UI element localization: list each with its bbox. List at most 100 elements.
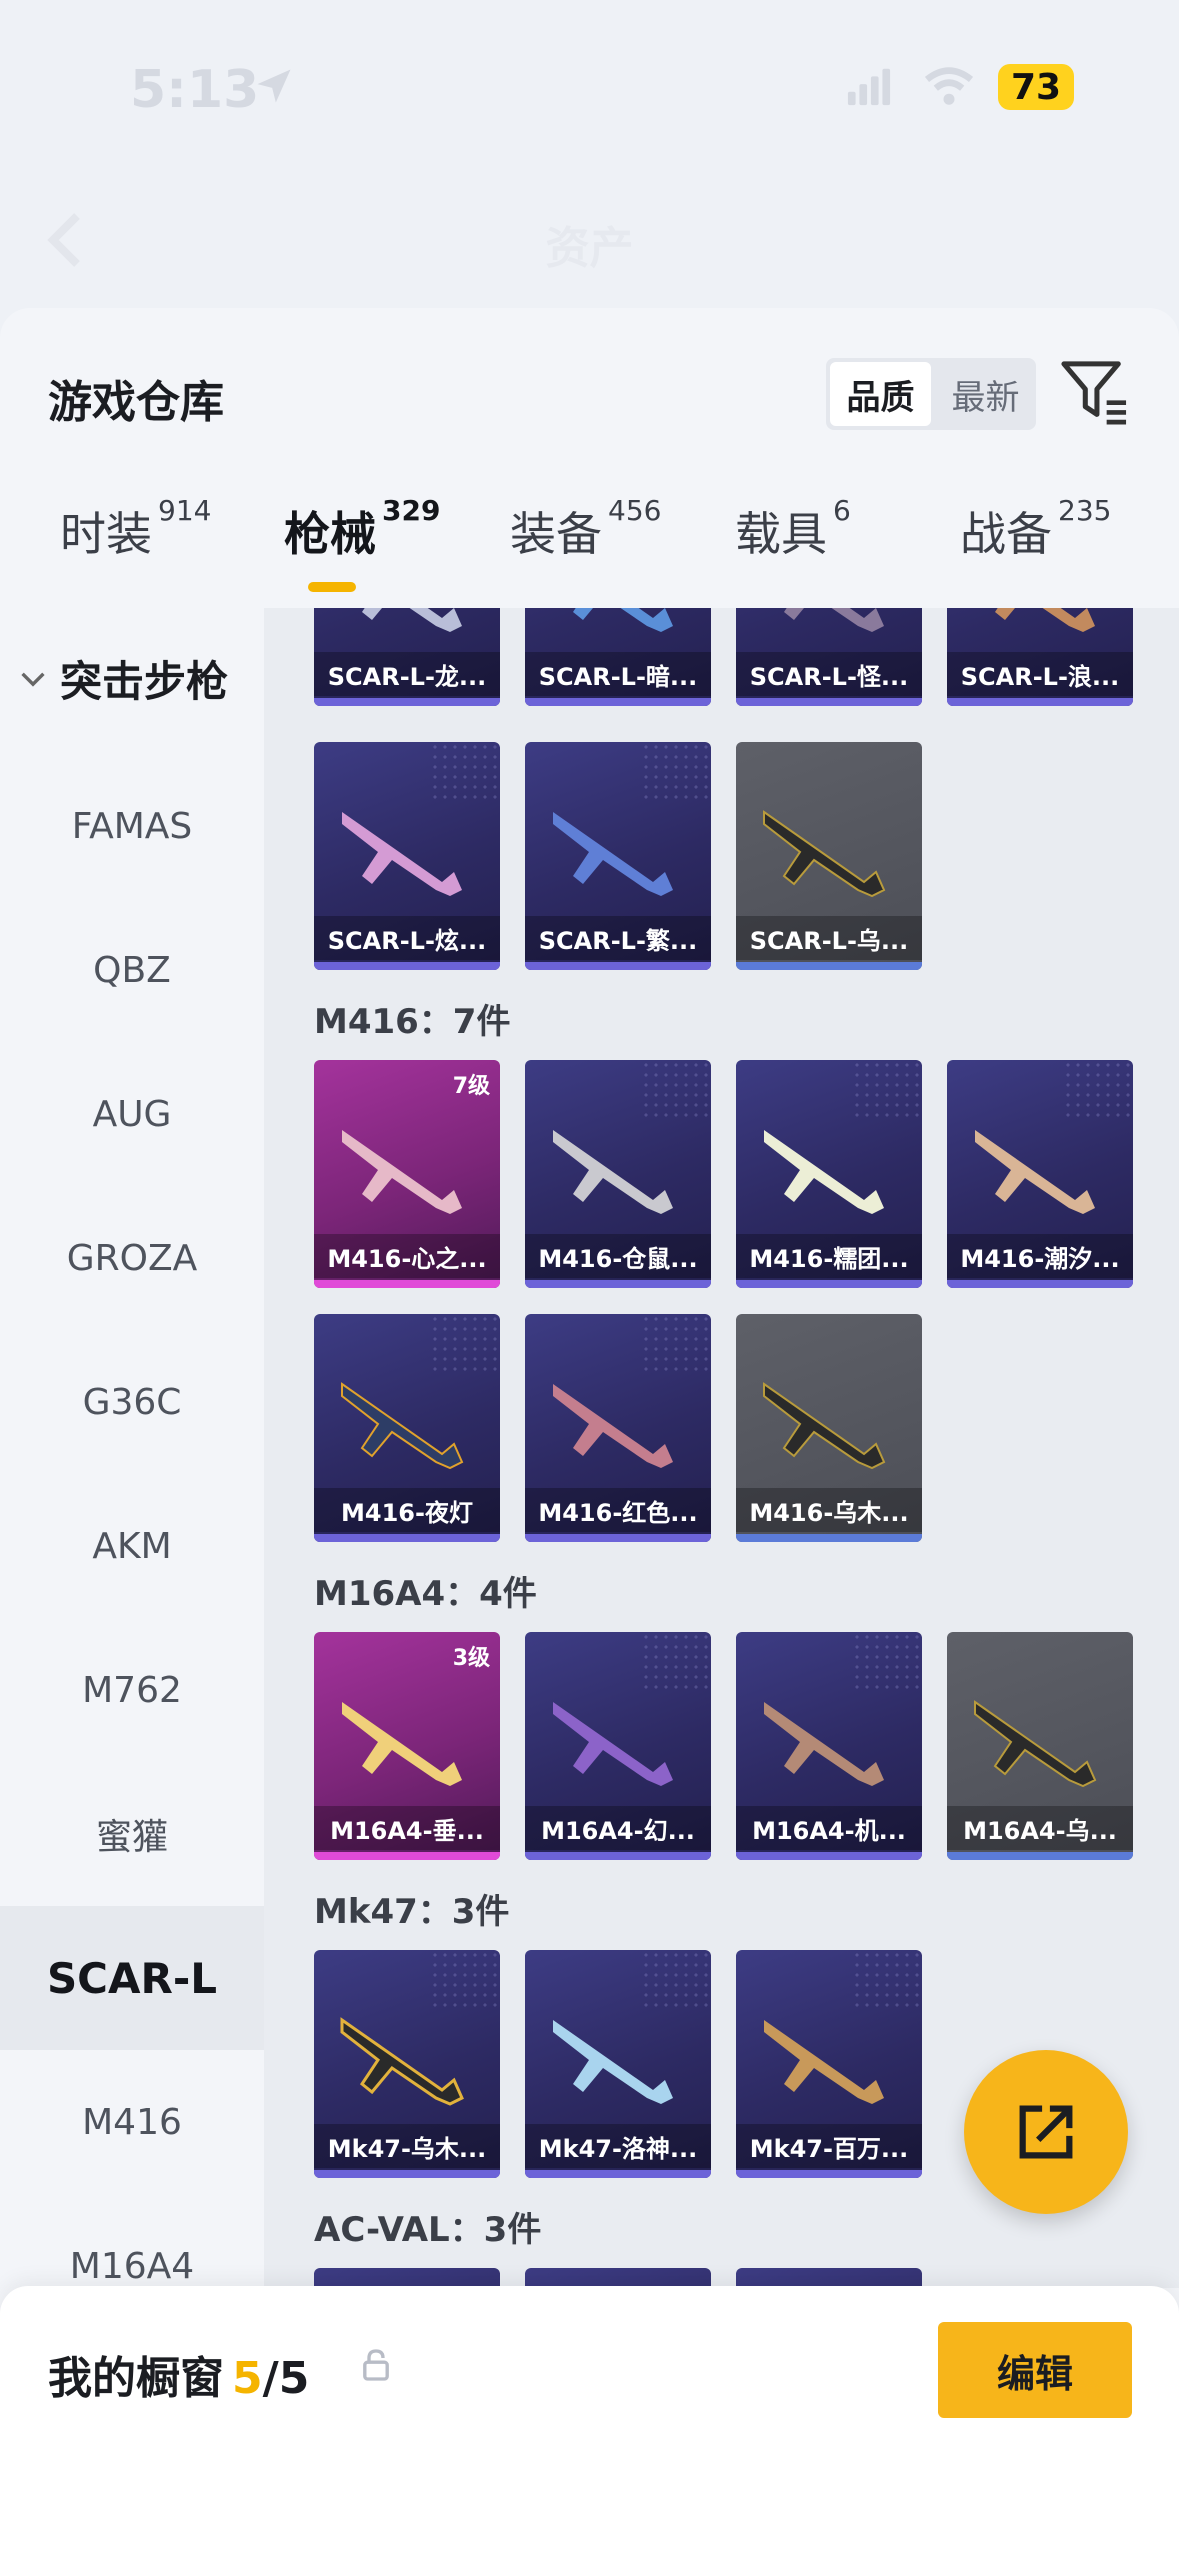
sheet-title: 游戏仓库 [48, 377, 224, 428]
weapon-name: M16A4-机... [736, 1806, 922, 1850]
sidebar-item-akm[interactable]: AKM [0, 1474, 264, 1618]
weapon-name: M416-乌木... [736, 1488, 922, 1532]
weapon-name: SCAR-L-怪... [736, 652, 922, 696]
weapon-card[interactable]: SCAR-L-乌... [736, 742, 922, 970]
weapon-name: M416-仓鼠... [525, 1234, 711, 1278]
section-header-m16a4: M16A4：4件 [314, 1574, 537, 1614]
weapon-name: M16A4-幻... [525, 1806, 711, 1850]
sidebar-item-m416[interactable]: M416 [0, 2050, 264, 2194]
filter-icon[interactable] [1060, 360, 1130, 426]
sidebar-item-g36c[interactable]: G36C [0, 1330, 264, 1474]
weapon-card[interactable]: SCAR-L-浪... [947, 608, 1133, 706]
weapon-card[interactable]: 3级 M16A4-垂... [314, 1632, 500, 1860]
weapon-card[interactable]: 7级 M416-心之... [314, 1060, 500, 1288]
edit-button[interactable]: 编辑 [938, 2322, 1132, 2418]
tab-count: 329 [382, 494, 441, 527]
rifle-icon [342, 1130, 462, 1214]
tab-label: 装备 [510, 507, 602, 561]
weapon-card[interactable]: SCAR-L-怪... [736, 608, 922, 706]
battery-indicator: 73 [998, 64, 1074, 110]
weapon-card[interactable] [525, 2268, 711, 2288]
weapon-card[interactable]: M416-乌木... [736, 1314, 922, 1542]
sort-quality-button[interactable]: 品质 [830, 362, 931, 426]
weapon-grid: SCAR-L-龙... SCAR-L-暗... SCAR-L-怪... SCAR… [264, 608, 1179, 2288]
tab-label: 枪械 [284, 507, 376, 561]
weapon-name: SCAR-L-暗... [525, 652, 711, 696]
showcase-label: 我的橱窗 5 /5 [48, 2342, 309, 2406]
page-title: 资产 [545, 223, 634, 274]
sidebar-item-qbz[interactable]: QBZ [0, 898, 264, 1042]
rifle-icon [341, 1382, 464, 1470]
tab-firearms[interactable]: 枪械 329 [284, 494, 440, 564]
sort-latest-button[interactable]: 最新 [935, 358, 1036, 430]
tab-count: 456 [608, 494, 662, 527]
weapon-type-sidebar: 突击步枪 FAMAS QBZ AUG GROZA G36C AKM M762 蜜… [0, 608, 264, 2288]
weapon-card[interactable]: SCAR-L-炫... [314, 742, 500, 970]
rifle-icon [974, 1700, 1097, 1788]
weapon-card[interactable]: Mk47-乌木... [314, 1950, 500, 2178]
rifle-icon [764, 1130, 884, 1214]
cellular-signal-icon [847, 68, 891, 106]
weapon-name: M16A4-乌... [947, 1806, 1133, 1850]
weapon-name: Mk47-百万... [736, 2124, 922, 2168]
section-header-mk47: Mk47：3件 [314, 1892, 510, 1932]
tab-supplies[interactable]: 战备 235 [960, 494, 1111, 564]
weapon-card[interactable]: M416-糯团... [736, 1060, 922, 1288]
tab-fashion[interactable]: 时装 914 [60, 494, 211, 564]
tab-equipment[interactable]: 装备 456 [510, 494, 661, 564]
weapon-card[interactable]: SCAR-L-龙... [314, 608, 500, 706]
wifi-icon [924, 67, 974, 105]
rifle-icon [553, 1384, 673, 1468]
tab-vehicles[interactable]: 载具 6 [735, 494, 851, 564]
weapon-card[interactable]: M416-红色... [525, 1314, 711, 1542]
weapon-card[interactable]: M16A4-幻... [525, 1632, 711, 1860]
status-time: 5:13 [130, 60, 260, 120]
sidebar-group-assault-rifle[interactable]: 突击步枪 [20, 648, 228, 709]
weapon-card[interactable]: M416-夜灯 [314, 1314, 500, 1542]
rifle-icon [553, 2020, 673, 2104]
sidebar-item-famas[interactable]: FAMAS [0, 754, 264, 898]
section-header-m416: M416：7件 [314, 1002, 511, 1042]
weapon-card[interactable]: SCAR-L-暗... [525, 608, 711, 706]
sidebar-item-m762[interactable]: M762 [0, 1618, 264, 1762]
weapon-card[interactable]: Mk47-洛神... [525, 1950, 711, 2178]
weapon-name: M16A4-垂... [314, 1806, 500, 1850]
showcase-count: 5 [232, 2353, 263, 2404]
lock-icon [363, 2349, 389, 2381]
tab-label: 时装 [60, 507, 152, 561]
weapon-name: Mk47-乌木... [314, 2124, 500, 2168]
rifle-icon [362, 608, 462, 632]
sidebar-item-groza[interactable]: GROZA [0, 1186, 264, 1330]
sort-toggle: 品质 最新 [826, 358, 1036, 430]
weapon-card[interactable]: M16A4-机... [736, 1632, 922, 1860]
share-button[interactable] [964, 2050, 1128, 2214]
weapon-name: SCAR-L-龙... [314, 652, 500, 696]
sidebar-item-scar-l[interactable]: SCAR-L [0, 1906, 264, 2050]
weapon-card[interactable] [314, 2268, 500, 2288]
weapon-name: M416-红色... [525, 1488, 711, 1532]
weapon-card[interactable]: SCAR-L-繁... [525, 742, 711, 970]
weapon-card[interactable]: M16A4-乌... [947, 1632, 1133, 1860]
showcase-title: 我的橱窗 [48, 2353, 224, 2404]
weapon-card[interactable]: Mk47-百万... [736, 1950, 922, 2178]
rifle-icon [975, 1130, 1095, 1214]
rifle-icon [342, 812, 462, 896]
location-arrow-icon [257, 69, 291, 103]
sidebar-item-aug[interactable]: AUG [0, 1042, 264, 1186]
weapon-card[interactable] [736, 2268, 922, 2288]
weapon-name: SCAR-L-繁... [525, 916, 711, 960]
weapon-name: SCAR-L-乌... [736, 916, 922, 960]
rifle-icon [573, 608, 673, 632]
rifle-icon [995, 608, 1095, 632]
weapon-name: M416-心之... [314, 1234, 500, 1278]
weapon-name: M416-潮汐... [947, 1234, 1133, 1278]
weapon-card[interactable]: M416-潮汐... [947, 1060, 1133, 1288]
rifle-icon [784, 608, 884, 632]
showcase-total: /5 [262, 2353, 310, 2404]
sidebar-item-honey-badger[interactable]: 蜜獾 [0, 1762, 264, 1906]
tab-label: 载具 [735, 507, 827, 561]
tab-count: 235 [1058, 494, 1112, 527]
weapon-card[interactable]: M416-仓鼠... [525, 1060, 711, 1288]
rifle-icon [342, 1702, 462, 1786]
rifle-icon [764, 2020, 884, 2104]
